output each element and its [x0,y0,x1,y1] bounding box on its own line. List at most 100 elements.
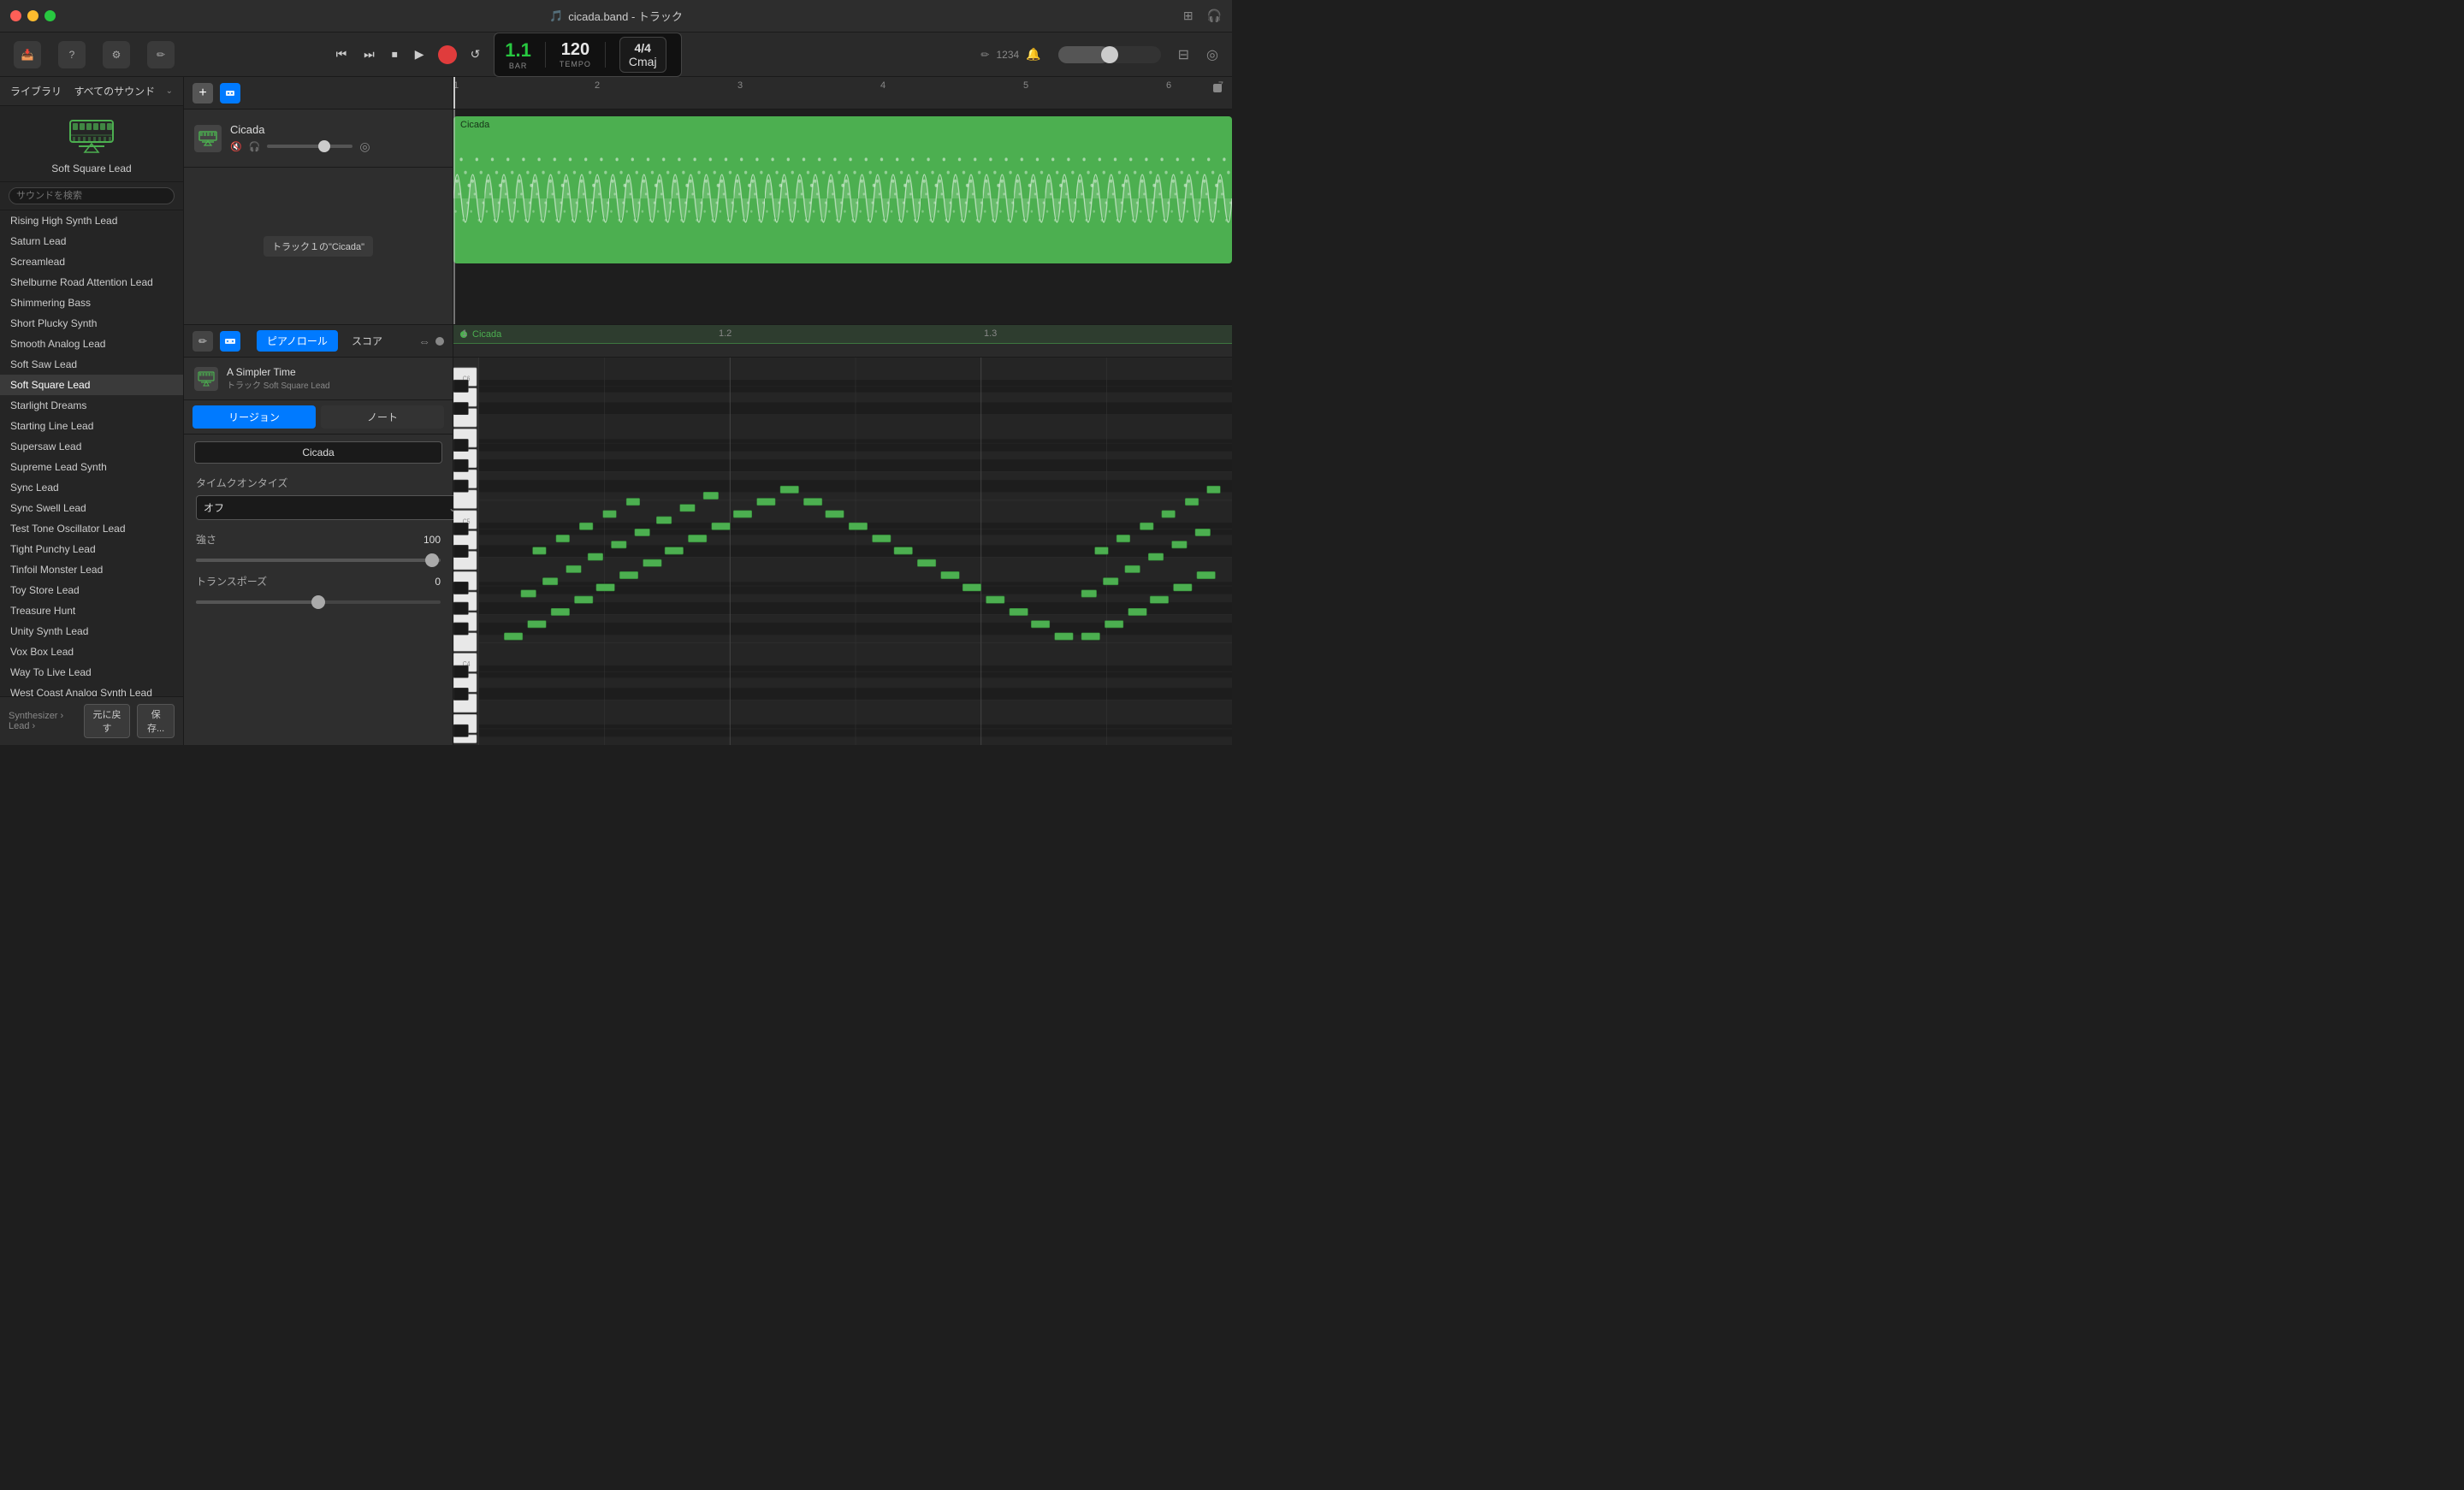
sound-list-item[interactable]: Rising High Synth Lead [0,210,183,231]
transport-controls: ⏮ ⏭ ⏹ ▶ ↺ 1.1 BAR 120 TEMPO 4/4 Cmaj [333,33,683,77]
mute-icon[interactable]: 🔇 [230,141,242,152]
quantize-label: タイムクオンタイズ [196,476,287,490]
instrument-preview: Soft Square Lead [0,106,183,182]
ruler-mark-4: 4 [880,77,886,91]
sound-list-item[interactable]: Shimmering Bass [0,293,183,313]
transpose-slider[interactable] [196,600,441,604]
sound-list[interactable]: Rising High Synth LeadSaturn LeadScreaml… [0,210,183,696]
sound-list-item[interactable]: Tinfoil Monster Lead [0,559,183,580]
score-tab[interactable]: スコア [341,330,393,352]
transpose-value: 0 [435,576,441,588]
headphone2-icon: ◎ [1206,46,1218,63]
minimize-button[interactable] [27,10,38,21]
display-icon: ⊟ [1178,46,1189,63]
piano-roll-tab[interactable]: ピアノロール [257,330,338,352]
quantize-row: タイムクオンタイズ [184,470,453,495]
ruler-mark-3: 3 [737,77,743,91]
sound-list-item[interactable]: Saturn Lead [0,231,183,251]
title-icon: 🎵 [549,9,563,23]
timeline-area: 1 2 3 4 5 6 7 Cicada [453,77,1232,324]
region-info: A Simpler Time トラック Soft Square Lead [184,358,453,400]
sound-list-item[interactable]: Starlight Dreams [0,395,183,416]
sound-list-item[interactable]: Treasure Hunt [0,600,183,621]
revert-button[interactable]: 元に戻す [84,704,130,738]
track-instrument-icon [194,125,222,152]
rewind-button[interactable]: ⏮ [333,44,351,65]
midi-button[interactable] [220,83,240,103]
region-tab-region[interactable]: リージョン [192,405,316,429]
record-button[interactable] [438,45,457,64]
waveform-area [453,133,1232,263]
sound-list-item[interactable]: Sync Lead [0,477,183,498]
save-button[interactable]: 保存... [137,704,175,738]
maximize-button[interactable] [44,10,56,21]
track-tooltip: トラック１の"Cicada" [264,236,373,257]
sound-list-item[interactable]: Smooth Analog Lead [0,334,183,354]
playhead-line [453,109,455,324]
sound-list-item[interactable]: Test Tone Oscillator Lead [0,518,183,539]
volume-slider[interactable] [267,145,352,148]
close-button[interactable] [10,10,21,21]
sound-list-item[interactable]: Supreme Lead Synth [0,457,183,477]
circle-indicator [435,337,444,346]
pencil-tool-button[interactable]: ✏ [192,331,213,352]
stop-button[interactable]: ⏹ [388,44,401,65]
track-name: Cicada [230,123,442,136]
inbox-icon[interactable]: 📥 [14,41,41,68]
play-button[interactable]: ▶ [412,44,428,65]
sound-list-item[interactable]: Soft Saw Lead [0,354,183,375]
edit-icon[interactable]: ✏ [147,41,175,68]
transpose-slider-row [184,594,453,611]
region-name-field[interactable]: Cicada [194,441,442,464]
forward-button[interactable]: ⏭ [360,44,378,65]
loop-button[interactable]: ↺ [467,44,484,65]
sound-list-item[interactable]: Sync Swell Lead [0,498,183,518]
selected-sound-name: Soft Square Lead [51,163,131,174]
help-icon[interactable]: ? [58,41,86,68]
window-title: 🎵 cicada.band - トラック [549,8,683,24]
sound-list-item[interactable]: Short Plucky Synth [0,313,183,334]
bar-display: 1.1 BAR [505,39,531,70]
sound-list-item[interactable]: Shelburne Road Attention Lead [0,272,183,293]
sound-list-item[interactable]: Unity Synth Lead [0,621,183,642]
headphone-icon[interactable]: 🎧 [249,141,261,152]
traffic-lights [10,10,56,21]
sound-list-item[interactable]: Vox Box Lead [0,642,183,662]
piano-roll-grid[interactable] [479,358,1232,745]
master-volume-slider[interactable] [1101,46,1118,63]
ruler-mark-2: 2 [595,77,600,91]
sound-list-item[interactable]: Tight Punchy Lead [0,539,183,559]
sound-list-item[interactable]: Screamlead [0,251,183,272]
expand-icon[interactable]: ⇔ [418,334,430,348]
region-bar-label: Cicada [472,329,501,340]
velocity-label: 強さ [196,532,216,547]
sound-list-item[interactable]: Supersaw Lead [0,436,183,457]
track-content: Cicada [453,109,1232,324]
quantize-dropdown[interactable]: オフ ⌄ [196,495,465,520]
sound-list-item[interactable]: West Coast Analog Synth Lead [0,683,183,696]
transpose-label: トランスポーズ [196,574,267,588]
sound-list-item[interactable]: Soft Square Lead [0,375,183,395]
sound-list-item[interactable]: Toy Store Lead [0,580,183,600]
track-section: + Cicada 🔇 🎧 [184,77,1232,325]
piano-roll-view-tabs: ピアノロール スコア [257,330,393,352]
knob-icon[interactable]: ◎ [359,139,370,154]
search-input[interactable] [9,187,175,204]
midi-tool-button[interactable] [220,331,240,352]
ruler-mark-6: 6 [1166,77,1171,91]
waveform-svg [453,133,1232,263]
piano-keys: C6 C5 [453,358,479,745]
sound-list-item[interactable]: Way To Live Lead [0,662,183,683]
settings-icon[interactable]: ⚙ [103,41,130,68]
count-display: 1234 [996,49,1019,61]
sound-list-item[interactable]: Starting Line Lead [0,416,183,436]
track-tooltip-area: トラック１の"Cicada" [184,168,453,324]
velocity-slider[interactable] [196,559,441,562]
cicada-region[interactable]: Cicada [453,116,1232,263]
region-tab-note[interactable]: ノート [321,405,444,429]
footer-buttons: 元に戻す 保存... [84,704,175,738]
content-area: + Cicada 🔇 🎧 [184,77,1232,745]
time-sig-display[interactable]: 4/4 Cmaj [619,37,666,73]
add-track-button[interactable]: + [192,83,213,103]
sidebar-header: ライブラリ すべてのサウンド ⌄ [0,77,183,106]
